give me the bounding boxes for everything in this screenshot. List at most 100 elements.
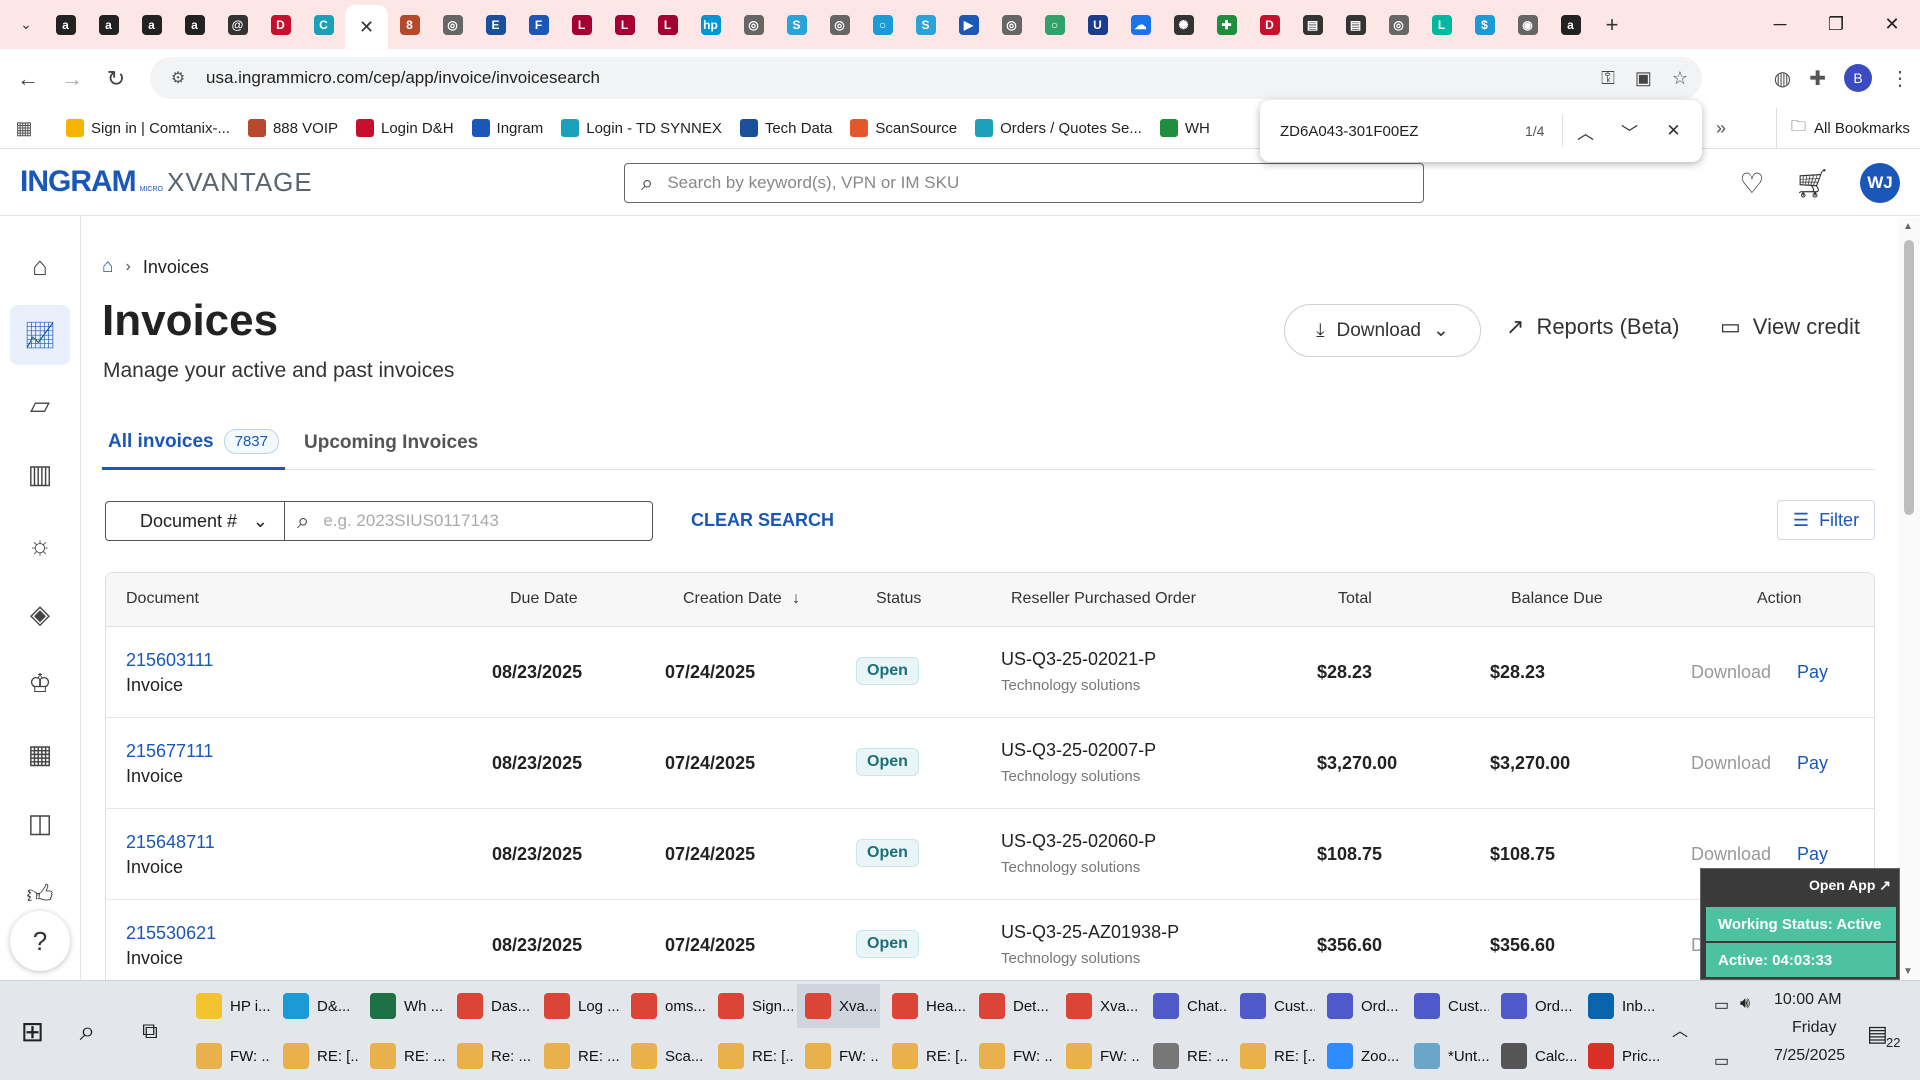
taskbar-app-button[interactable]: Chat... <box>1145 984 1228 1028</box>
col-status[interactable]: Status <box>876 590 921 608</box>
home-icon[interactable]: ⌂ <box>10 236 70 296</box>
browser-tab[interactable]: U <box>1076 0 1119 49</box>
view-credit-link[interactable]: ▭ View credit <box>1720 314 1860 340</box>
wishlist-heart-icon[interactable]: ♡ <box>1739 167 1764 200</box>
browser-tab[interactable]: ○ <box>1033 0 1076 49</box>
bookmark-item[interactable]: Tech Data <box>739 119 832 137</box>
close-tab-icon[interactable]: ✕ <box>357 17 377 37</box>
analytics-chart-icon[interactable]: 📈︎ <box>10 305 70 365</box>
page-scrollbar[interactable]: ▲ ▼ <box>1898 218 1920 980</box>
browser-tab[interactable]: D <box>259 0 302 49</box>
browser-tab[interactable]: a <box>130 0 173 49</box>
browser-tab[interactable]: ◎ <box>1377 0 1420 49</box>
url-text[interactable]: usa.ingrammicro.com/cep/app/invoice/invo… <box>206 68 600 88</box>
apps-grid-icon[interactable]: ▦ <box>0 118 48 139</box>
download-invoice-button[interactable]: Download <box>1691 844 1771 865</box>
browser-tab[interactable]: L <box>646 0 689 49</box>
back-icon[interactable]: ← <box>6 57 50 101</box>
browser-tab[interactable]: S <box>904 0 947 49</box>
tab-search-icon[interactable]: ⌄ <box>8 7 44 43</box>
action-center-icon[interactable]: ▭ <box>1714 1051 1729 1071</box>
minimize-button[interactable]: ─ <box>1752 0 1808 49</box>
find-in-page-icon[interactable]: ▣ <box>1635 68 1652 89</box>
taskbar-app-button[interactable]: Sign... <box>710 984 793 1028</box>
cart-icon[interactable]: 🛒︎ <box>1794 167 1830 200</box>
browser-tab[interactable]: a <box>44 0 87 49</box>
site-info-icon[interactable]: ⚙ <box>160 68 196 88</box>
taskbar-app-button[interactable]: FW: ... <box>797 1034 880 1078</box>
shopping-bag-icon[interactable]: ◫ <box>10 793 70 853</box>
browser-tab[interactable]: ◎ <box>990 0 1033 49</box>
all-bookmarks-button[interactable]: 🗀 All Bookmarks <box>1776 108 1910 149</box>
browser-tab[interactable]: a <box>1549 0 1592 49</box>
tray-overflow-icon[interactable]: ︿ <box>1672 1017 1688 1041</box>
download-invoice-button[interactable]: Download <box>1691 753 1771 774</box>
browser-tab[interactable]: @ <box>216 0 259 49</box>
taskbar-app-button[interactable]: Inb... <box>1580 984 1663 1028</box>
bookmark-star-icon[interactable]: ☆ <box>1672 68 1688 89</box>
taskbar-app-button[interactable]: Wh ... <box>362 984 445 1028</box>
taskbar-app-button[interactable]: Log ... <box>536 984 619 1028</box>
bookmark-item[interactable]: Login - TD SYNNEX <box>561 119 722 137</box>
document-number-link[interactable]: 215603111 <box>126 650 213 671</box>
find-query-input[interactable]: ZD6A043-301F00EZ <box>1280 123 1500 140</box>
user-avatar[interactable]: WJ <box>1860 163 1900 203</box>
calendar-icon[interactable]: ▦ <box>10 724 70 784</box>
close-window-button[interactable]: ✕ <box>1864 0 1920 49</box>
search-type-select[interactable]: Document # ⌄ <box>105 501 285 541</box>
reports-beta-link[interactable]: ↗ Reports (Beta) <box>1506 314 1680 340</box>
browser-tab[interactable]: $ <box>1463 0 1506 49</box>
browser-tab[interactable]: a <box>173 0 216 49</box>
taskbar-app-button[interactable]: Cust... <box>1232 984 1315 1028</box>
browser-tab[interactable]: ◎ <box>431 0 474 49</box>
col-document[interactable]: Document <box>126 590 199 608</box>
find-previous-icon[interactable]: ︿ <box>1563 119 1607 144</box>
taskbar-app-button[interactable]: oms... <box>623 984 706 1028</box>
download-invoice-button[interactable]: Download <box>1691 662 1771 683</box>
taskbar-app-button[interactable]: D&... <box>275 984 358 1028</box>
taskbar-app-button[interactable]: Ord... <box>1493 984 1576 1028</box>
address-bar[interactable]: ⚙ usa.ingrammicro.com/cep/app/invoice/in… <box>150 57 1702 99</box>
browser-tab[interactable]: ▤ <box>1334 0 1377 49</box>
tab-all-invoices[interactable]: All invoices 7837 <box>102 416 285 470</box>
col-due-date[interactable]: Due Date <box>510 590 578 608</box>
forward-icon[interactable]: → <box>50 57 94 101</box>
document-number-link[interactable]: 215648711 <box>126 832 215 853</box>
browser-tab[interactable]: a <box>87 0 130 49</box>
catalog-building-icon[interactable]: ▥ <box>10 444 70 504</box>
document-number-link[interactable]: 215677111 <box>126 741 213 762</box>
taskbar-app-button[interactable]: Det... <box>971 984 1054 1028</box>
taskbar-app-button[interactable]: Sca... <box>623 1034 706 1078</box>
browser-tab[interactable]: hp <box>689 0 732 49</box>
browser-tab[interactable]: E <box>474 0 517 49</box>
taskbar-app-button[interactable]: FW: ... <box>971 1034 1054 1078</box>
scroll-down-icon[interactable]: ▼ <box>1903 966 1913 977</box>
document-search-input[interactable]: ⌕ e.g. 2023SIUS0117143 <box>284 501 653 541</box>
taskbar-app-button[interactable]: Xva... <box>1058 984 1141 1028</box>
browser-tab[interactable]: ✺ <box>1162 0 1205 49</box>
browser-tab[interactable]: S <box>775 0 818 49</box>
taskbar-app-button[interactable]: FW: ... <box>1058 1034 1141 1078</box>
download-dropdown-button[interactable]: ⤓ Download ⌄ <box>1284 304 1481 357</box>
find-close-icon[interactable]: ✕ <box>1651 121 1695 141</box>
lightbulb-icon[interactable]: ☼ <box>10 515 70 575</box>
services-stack-icon[interactable]: ◈ <box>10 584 70 644</box>
pay-invoice-button[interactable]: Pay <box>1797 844 1828 865</box>
browser-tab[interactable]: ◉ <box>1506 0 1549 49</box>
clock-time[interactable]: 10:00 AM <box>1774 991 1842 1009</box>
taskbar-app-button[interactable]: RE: [... <box>884 1034 967 1078</box>
ingram-xvantage-logo[interactable]: INGRAM MICRO XVANTAGE <box>20 165 313 199</box>
browser-tab[interactable]: F <box>517 0 560 49</box>
notifications-icon[interactable]: ▤ <box>1867 1021 1888 1047</box>
browser-tab[interactable]: ◎ <box>732 0 775 49</box>
bookmark-item[interactable]: WH <box>1159 119 1210 137</box>
reload-icon[interactable]: ↻ <box>94 57 138 101</box>
orders-box-icon[interactable]: ▱ <box>10 375 70 435</box>
bookmark-item[interactable]: Login D&H <box>356 119 454 137</box>
bookmark-item[interactable]: Sign in | Comtanix-... <box>66 119 230 137</box>
scroll-up-icon[interactable]: ▲ <box>1903 221 1913 232</box>
bookmark-item[interactable]: Ingram <box>471 119 543 137</box>
taskbar-app-button[interactable]: *Unt... <box>1406 1034 1489 1078</box>
battery-icon[interactable]: ▭ <box>1714 995 1729 1015</box>
open-app-link[interactable]: Open App ↗ <box>1809 877 1891 894</box>
